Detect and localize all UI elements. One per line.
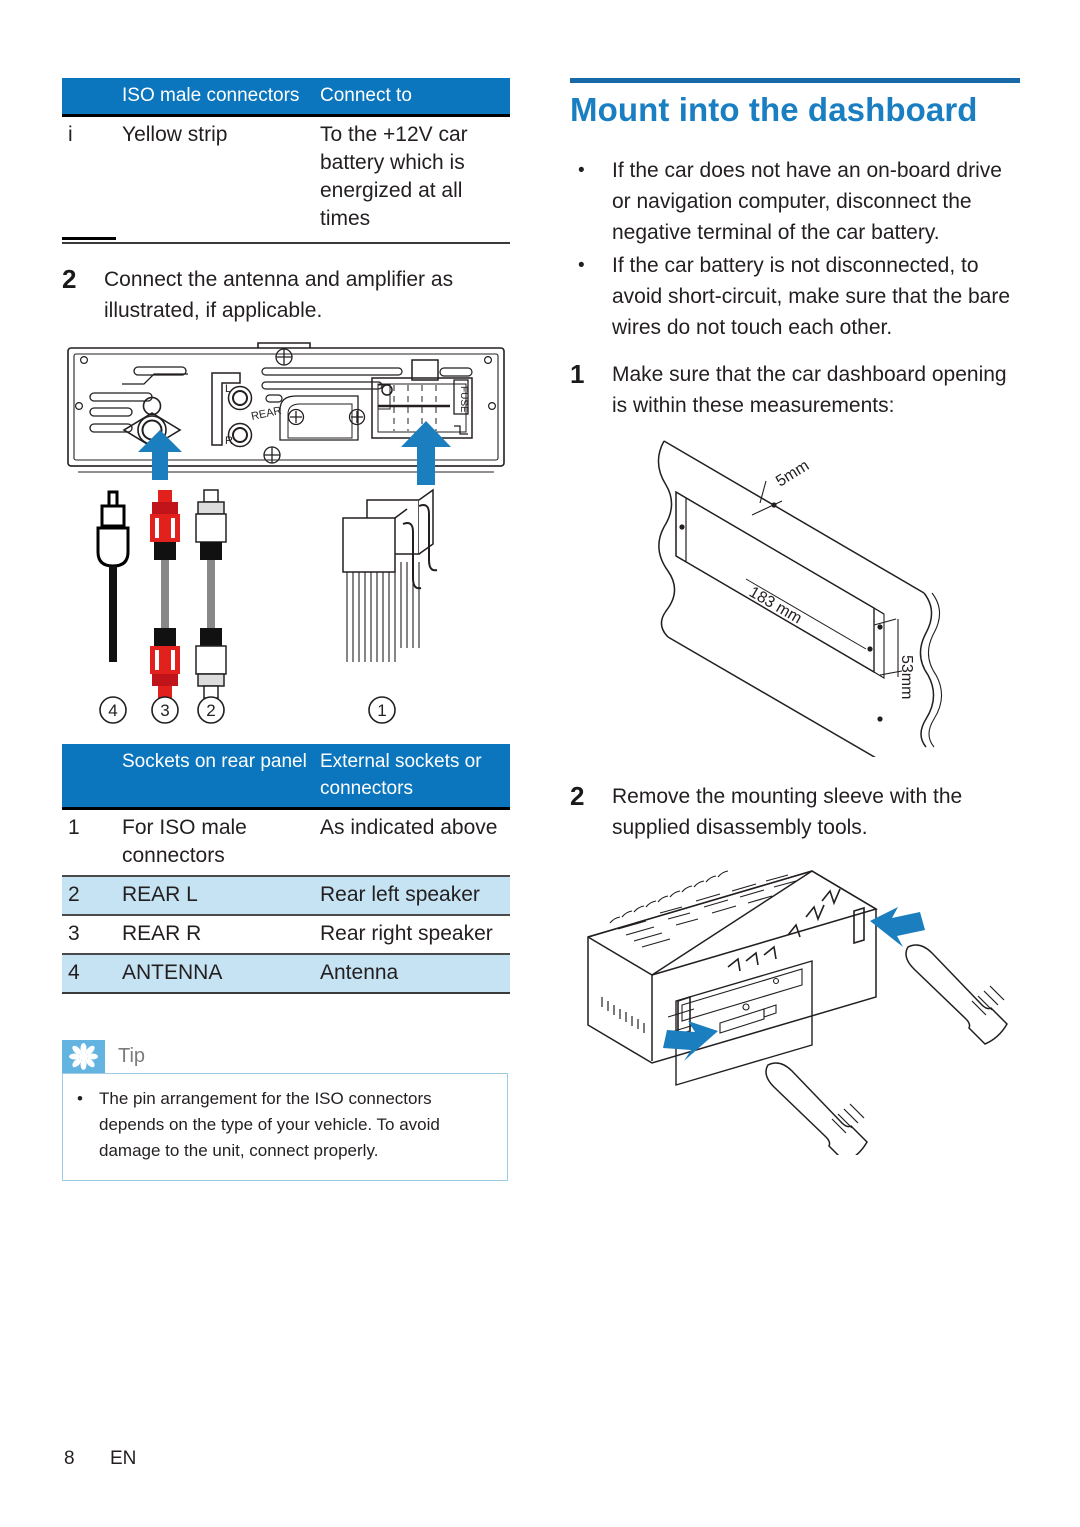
figure-callouts: 4 3 2 1 (99, 695, 396, 724)
sockets-row-socket: REAR R (116, 914, 314, 955)
right-step-1-number: 1 (570, 359, 585, 389)
iso-row-connect-to: To the +12V car battery which is energiz… (314, 114, 510, 238)
callout-arrow (663, 907, 925, 1061)
sockets-row-socket: For ISO male connectors (116, 806, 314, 876)
footer-page-number: 8 (64, 1448, 75, 1469)
sockets-row-external: As indicated above (314, 806, 510, 876)
table-row: 3 REAR R Rear right speaker (62, 914, 510, 955)
label-rear-left: L (225, 383, 231, 395)
table-row: i Yellow strip To the +12V car battery w… (62, 114, 510, 240)
disassembly-tool (765, 1062, 868, 1155)
bullet-text: If the car battery is not disconnected, … (612, 254, 1011, 339)
heading-rule (570, 78, 1020, 83)
label-rear-right: R (225, 435, 233, 447)
left-step-2-text: Connect the antenna and amplifier as ill… (104, 267, 454, 322)
antenna-cable (96, 490, 130, 662)
sockets-header-num (62, 743, 116, 808)
table-row: 2 REAR L Rear left speaker (62, 874, 510, 916)
right-step-2: 2 Remove the mounting sleeve with the su… (570, 781, 1020, 843)
sockets-row-num: 2 (62, 874, 116, 916)
dashboard-opening-figure: 5mm 183 mm 53mm (634, 437, 1020, 757)
iso-table-header-connectors: ISO male connectors (116, 78, 314, 116)
dimension-width: 183 mm (746, 584, 805, 628)
tip-label: Tip (118, 1044, 146, 1067)
left-step-2-number: 2 (62, 263, 77, 294)
right-step-1: 1 Make sure that the car dashboard openi… (570, 359, 1020, 421)
sleeve-removal-figure (570, 855, 1020, 1155)
sockets-row-external: Rear right speaker (314, 914, 510, 955)
callout-arrow (138, 420, 451, 485)
page-footer: 8 EN (64, 1448, 136, 1470)
list-item: • If the car does not have an on-board d… (570, 155, 1020, 248)
disassembly-tool (905, 944, 1008, 1045)
callout-1: 1 (377, 701, 386, 720)
tip-bullet-marker: • (77, 1088, 83, 1108)
sockets-table: Sockets on rear panel External sockets o… (62, 743, 510, 994)
warning-bullet-list: • If the car does not have an on-board d… (570, 155, 1020, 343)
footer-language: EN (110, 1448, 137, 1469)
right-step-2-number: 2 (570, 781, 585, 811)
bullet-marker: • (578, 160, 585, 181)
callout-2: 2 (206, 701, 215, 720)
tip-body: • The pin arrangement for the ISO connec… (62, 1072, 508, 1181)
manual-page: ISO male connectors Connect to i Yellow … (0, 0, 1080, 1527)
bullet-text: If the car does not have an on-board dri… (612, 159, 1002, 244)
tip-tab: Tip (62, 1039, 508, 1073)
red-rca-cable (150, 489, 180, 698)
iso-wire-harness (342, 488, 438, 662)
left-step-2: 2 Connect the antenna and amplifier as i… (62, 264, 510, 326)
sockets-row-socket: REAR L (116, 874, 314, 916)
dimension-thickness: 5mm (773, 457, 812, 490)
right-step-2-text: Remove the mounting sleeve with the supp… (612, 785, 963, 839)
right-step-1-text: Make sure that the car dashboard opening… (612, 363, 1007, 417)
callout-4: 4 (108, 701, 117, 720)
iso-table-header-connect-to: Connect to (314, 78, 510, 116)
sockets-header-panel: Sockets on rear panel (116, 743, 314, 808)
tip-bullet-text: The pin arrangement for the ISO connecto… (99, 1088, 440, 1160)
white-rca-cable (195, 488, 227, 699)
tip-box: Tip • The pin arrangement for the ISO co… (62, 1039, 508, 1181)
sockets-row-external: Rear left speaker (314, 874, 510, 916)
callout-3: 3 (160, 701, 169, 720)
table-header-row: Sockets on rear panel External sockets o… (62, 743, 510, 808)
page-title: Mount into the dashboard (570, 91, 978, 128)
right-column: Mount into the dashboard • If the car do… (570, 78, 1020, 1155)
sockets-row-num: 3 (62, 914, 116, 955)
iso-table-bottom-rule-row (62, 238, 510, 244)
iso-table-header-marker (62, 78, 116, 116)
label-fuse: FUSE (458, 386, 469, 413)
sockets-header-external: External sockets or connectors (314, 743, 510, 808)
list-item: • If the car battery is not disconnected… (570, 250, 1020, 343)
sockets-row-num: 1 (62, 806, 116, 876)
iso-connectors-table: ISO male connectors Connect to i Yellow … (62, 78, 510, 244)
bullet-marker: • (578, 255, 585, 276)
table-header-row: ISO male connectors Connect to (62, 78, 510, 116)
iso-row-name: Yellow strip (116, 114, 314, 238)
sockets-row-external: Antenna (314, 953, 510, 994)
dimension-height: 53mm (898, 655, 915, 699)
sockets-row-num: 4 (62, 953, 116, 994)
asterisk-icon (62, 1039, 105, 1073)
label-rear: REAR (250, 404, 282, 422)
table-row: 1 For ISO male connectors As indicated a… (62, 806, 510, 876)
table-row: 4 ANTENNA Antenna (62, 953, 510, 994)
sockets-row-socket: ANTENNA (116, 953, 314, 994)
left-column: ISO male connectors Connect to i Yellow … (62, 78, 510, 1181)
iso-row-marker: i (62, 114, 116, 240)
rear-panel-figure: L REAR R FUSE 4 3 2 1 (62, 340, 510, 730)
